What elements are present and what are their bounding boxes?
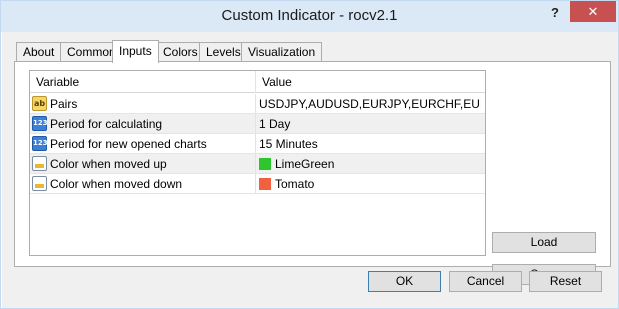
- column-header-variable[interactable]: Variable: [30, 71, 79, 93]
- color-picker-icon: [32, 156, 47, 171]
- ok-button[interactable]: OK: [368, 271, 441, 292]
- variable-value[interactable]: 15 Minutes: [259, 134, 481, 154]
- tab-colors[interactable]: Colors: [156, 42, 205, 62]
- cell-divider: [255, 94, 256, 114]
- input-row-period-new-charts[interactable]: 123 Period for new opened charts 15 Minu…: [30, 134, 485, 154]
- help-button[interactable]: ?: [542, 3, 568, 23]
- color-name: LimeGreen: [275, 157, 335, 171]
- input-row-period-calculating[interactable]: 123 Period for calculating 1 Day: [30, 114, 485, 134]
- numeric-123-icon: 123: [32, 116, 48, 131]
- variable-name: Color when moved up: [50, 157, 167, 171]
- numeric-123-icon: 123: [32, 136, 48, 151]
- cell-divider: [255, 114, 256, 134]
- ab-text-icon: ab: [32, 96, 47, 111]
- cell-divider: [255, 174, 256, 194]
- load-button[interactable]: Load: [492, 232, 596, 253]
- tab-about[interactable]: About: [16, 42, 62, 62]
- variable-name: Period for calculating: [50, 117, 163, 131]
- reset-button[interactable]: Reset: [529, 271, 602, 292]
- cell-divider: [255, 154, 256, 174]
- variable-name: Color when moved down: [50, 177, 183, 191]
- color-swatch: [259, 178, 271, 190]
- variable-value[interactable]: Tomato: [259, 174, 481, 194]
- column-header-value[interactable]: Value: [256, 71, 292, 93]
- window-title: Custom Indicator - rocv2.1: [221, 7, 398, 24]
- variable-name: Period for new opened charts: [50, 137, 207, 151]
- inputs-panel: Variable Value ab Pairs USDJPY,AUDUSD,EU…: [14, 61, 611, 285]
- input-row-color-up[interactable]: Color when moved up LimeGreen: [30, 154, 485, 174]
- dialog-body: About Common Inputs Colors Levels Visual…: [2, 32, 618, 308]
- title-bar[interactable]: Custom Indicator - rocv2.1 ? ✕: [1, 1, 618, 32]
- variable-value[interactable]: LimeGreen: [259, 154, 481, 174]
- grid-header: Variable Value: [30, 71, 485, 93]
- tab-inputs[interactable]: Inputs: [112, 40, 159, 63]
- cancel-button[interactable]: Cancel: [449, 271, 522, 292]
- variable-name: Pairs: [50, 97, 78, 111]
- color-swatch: [259, 158, 271, 170]
- input-row-color-down[interactable]: Color when moved down Tomato: [30, 174, 485, 194]
- custom-indicator-dialog: Custom Indicator - rocv2.1 ? ✕ About Com…: [0, 0, 619, 309]
- color-picker-icon: [32, 176, 47, 191]
- color-name: Tomato: [275, 177, 315, 191]
- variable-value[interactable]: USDJPY,AUDUSD,EURJPY,EURCHF,EUR...: [259, 94, 481, 114]
- close-button[interactable]: ✕: [570, 1, 616, 22]
- cell-divider: [255, 134, 256, 154]
- tab-visualization[interactable]: Visualization: [241, 42, 323, 62]
- variable-value[interactable]: 1 Day: [259, 114, 481, 134]
- input-row-pairs[interactable]: ab Pairs USDJPY,AUDUSD,EURJPY,EURCHF,EUR…: [30, 94, 485, 114]
- inputs-grid: Variable Value ab Pairs USDJPY,AUDUSD,EU…: [29, 70, 486, 256]
